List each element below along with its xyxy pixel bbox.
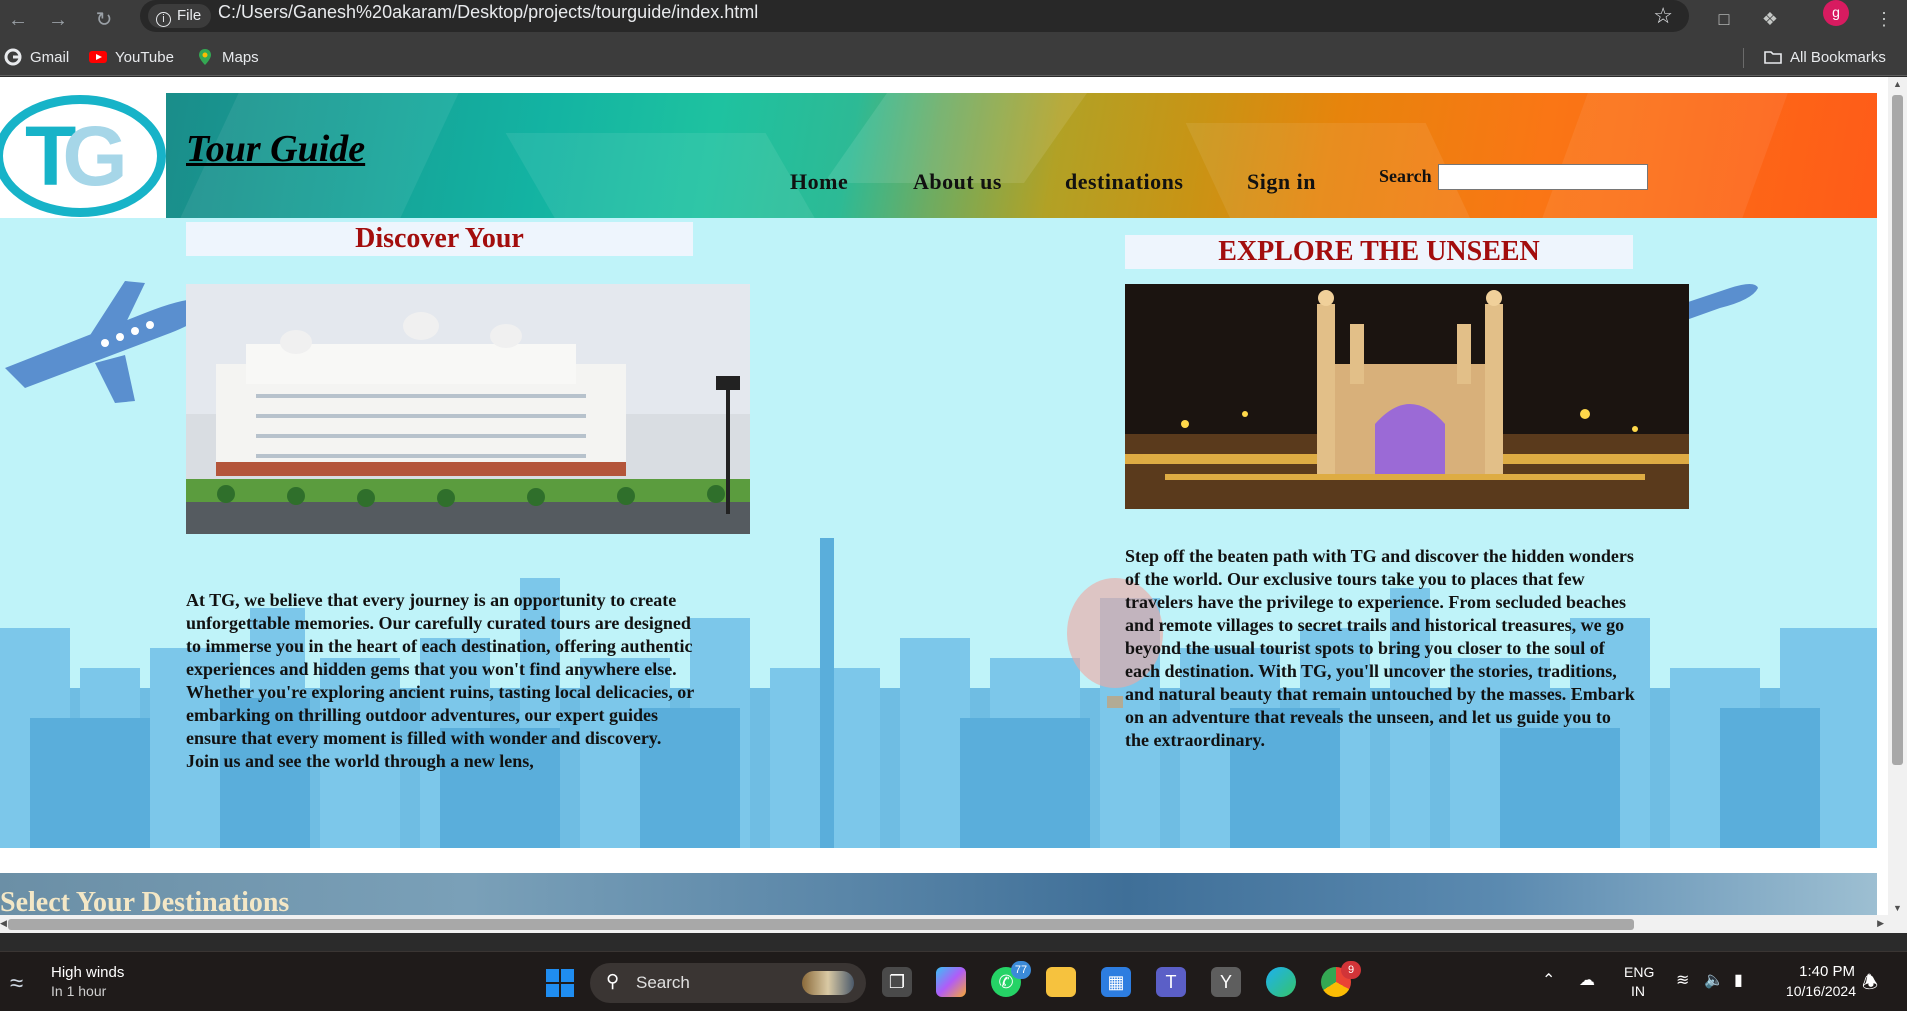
site-header: TG Tour Guide Home About us destinations… <box>0 93 1877 218</box>
nav-destinations[interactable]: destinations <box>1065 169 1183 195</box>
whatsapp-icon[interactable]: ✆ 77 <box>991 961 1031 997</box>
battery-icon[interactable]: ▮ <box>1734 970 1743 990</box>
logo-text: TG <box>25 109 128 203</box>
wind-icon[interactable]: ≈ <box>10 970 23 998</box>
bookmarks-bar: Gmail YouTube Maps All Bookmarks <box>0 40 1907 76</box>
back-icon[interactable]: ← <box>4 6 32 34</box>
tab-search-icon[interactable]: □ <box>1711 6 1737 32</box>
copilot-icon[interactable] <box>936 967 966 997</box>
horizontal-scroll-thumb[interactable] <box>8 919 1634 930</box>
wifi-icon[interactable]: ≋ <box>1676 970 1689 990</box>
chrome-badge: 9 <box>1341 961 1361 979</box>
notification-bell-icon[interactable]: 🕭 <box>1862 970 1878 1000</box>
region-indicator[interactable]: IN <box>1631 983 1645 999</box>
weather-title[interactable]: High winds <box>51 964 124 981</box>
explore-paragraph: Step off the beaten path with TG and dis… <box>1125 546 1635 750</box>
file-explorer-icon[interactable] <box>1046 967 1076 997</box>
scroll-right-icon[interactable]: ▶ <box>1877 918 1884 929</box>
bookmarks-divider <box>1743 48 1744 68</box>
clock-time[interactable]: 1:40 PM <box>1795 963 1855 980</box>
search-icon: ⚲ <box>606 971 620 991</box>
profile-avatar[interactable]: g <box>1823 0 1849 26</box>
nav-sign-in[interactable]: Sign in <box>1247 169 1316 195</box>
vertical-scroll-thumb[interactable] <box>1892 95 1903 765</box>
bookmark-star-icon[interactable]: ☆ <box>1653 3 1673 29</box>
extensions-icon[interactable]: ❖ <box>1757 6 1783 32</box>
search-highlight-image <box>802 971 854 995</box>
youtube-icon <box>89 51 107 63</box>
show-hidden-icons-icon[interactable]: ⌃ <box>1542 970 1555 990</box>
info-icon: i <box>156 12 171 27</box>
scroll-left-icon[interactable]: ◀ <box>0 918 7 929</box>
all-bookmarks-button[interactable]: All Bookmarks <box>1764 47 1886 69</box>
google-icon <box>4 48 22 66</box>
volume-icon[interactable]: 🔈 <box>1704 970 1724 990</box>
onedrive-icon[interactable]: ☁ <box>1579 970 1595 990</box>
tg-logo[interactable]: TG <box>0 95 166 217</box>
explore-heading: EXPLORE THE UNSEEN <box>1125 235 1633 269</box>
header-banner <box>166 93 1877 218</box>
reload-icon[interactable]: ↻ <box>90 6 118 34</box>
bookmark-gmail[interactable]: Gmail <box>4 47 69 69</box>
forward-icon[interactable]: → <box>44 6 72 34</box>
hero-section: Discover Your At TG, we believe that eve… <box>0 218 1877 848</box>
app-y-icon[interactable]: Y <box>1211 967 1241 997</box>
discover-paragraph: At TG, we believe that every journey is … <box>186 590 694 771</box>
address-bar[interactable]: i File C:/Users/Ganesh%20akaram/Desktop/p… <box>140 0 1689 32</box>
vertical-scrollbar[interactable]: ▲ ▼ <box>1888 77 1907 933</box>
nav-home[interactable]: Home <box>790 169 848 195</box>
nav-about-us[interactable]: About us <box>913 169 1002 195</box>
discover-heading: Discover Your <box>186 222 693 256</box>
url-text[interactable]: C:/Users/Ganesh%20akaram/Desktop/project… <box>218 0 758 24</box>
taskbar-search-box[interactable]: ⚲ Search <box>590 963 866 1003</box>
language-indicator[interactable]: ENG <box>1624 964 1654 980</box>
maps-icon <box>199 49 211 65</box>
menu-icon[interactable]: ⋮ <box>1871 6 1897 32</box>
secretariat-building-image <box>186 284 750 534</box>
browser-toolbar: ← → ↻ i File C:/Users/Ganesh%20akaram/Des… <box>0 0 1907 40</box>
scroll-up-icon[interactable]: ▲ <box>1892 79 1903 89</box>
edge-icon[interactable] <box>1266 967 1296 997</box>
site-search-input[interactable] <box>1438 164 1648 190</box>
search-label: Search <box>1379 166 1432 186</box>
chrome-icon[interactable]: 9 <box>1321 961 1361 997</box>
microsoft-store-icon[interactable]: ▦ <box>1101 967 1131 997</box>
windows-start-icon[interactable] <box>546 969 574 997</box>
page-viewport: TG Tour Guide Home About us destinations… <box>0 77 1907 933</box>
scroll-down-icon[interactable]: ▼ <box>1892 903 1903 913</box>
folder-icon <box>1764 51 1782 64</box>
windows-taskbar: ≈ High winds In 1 hour ⚲ Search ❐ ✆ 77 ▦ … <box>0 951 1907 1011</box>
clock-date[interactable]: 10/16/2024 <box>1776 983 1856 999</box>
bookmark-maps[interactable]: Maps <box>196 47 259 69</box>
taskbar-search-placeholder: Search <box>636 973 690 992</box>
teams-icon[interactable]: T <box>1156 967 1186 997</box>
weather-subtitle[interactable]: In 1 hour <box>51 983 106 999</box>
charminar-night-image <box>1125 284 1689 509</box>
site-info-chip[interactable]: i File <box>148 4 212 28</box>
horizontal-scrollbar[interactable]: ◀ ▶ <box>0 915 1888 933</box>
bookmark-youtube[interactable]: YouTube <box>89 47 174 69</box>
task-view-icon[interactable]: ❐ <box>882 967 912 997</box>
site-title[interactable]: Tour Guide <box>186 127 365 171</box>
whatsapp-badge: 77 <box>1011 961 1031 979</box>
